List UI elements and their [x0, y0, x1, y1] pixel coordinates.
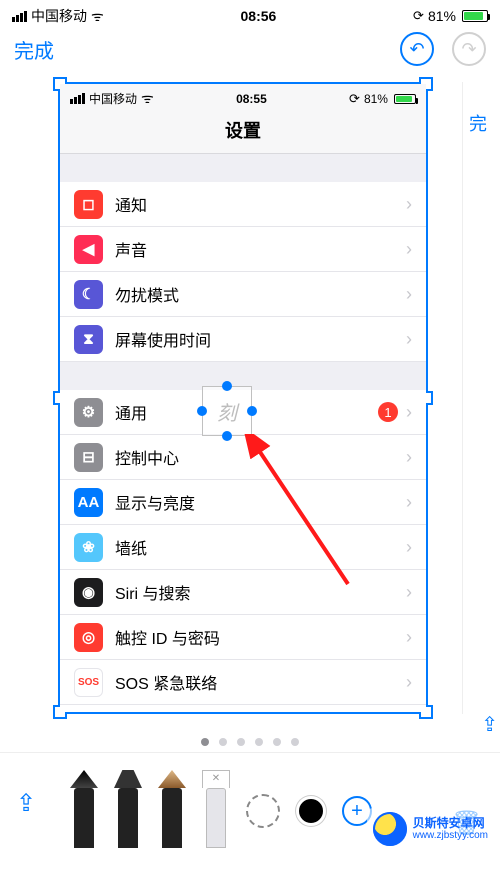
- inner-status-bar: 中国移动 ᯤ 08:55 ⟳ 81%: [60, 84, 426, 111]
- row-label: 勿扰模式: [115, 282, 406, 306]
- watermark: 贝斯特安卓网 www.zjbstyy.com: [367, 808, 494, 850]
- chevron-right-icon: ›: [406, 447, 412, 468]
- page-dot[interactable]: [255, 738, 263, 746]
- share-button[interactable]: ⇪: [16, 789, 36, 818]
- dnd-icon: ☾: [74, 280, 103, 309]
- annotation-stamp[interactable]: 刻: [202, 386, 252, 436]
- marker-tool[interactable]: [114, 770, 142, 848]
- sound-icon: ◀: [74, 235, 103, 264]
- page-indicator[interactable]: [0, 726, 500, 752]
- chevron-right-icon: ›: [406, 492, 412, 513]
- stamp-handle[interactable]: [247, 406, 257, 416]
- sos-icon: SOS: [74, 668, 103, 697]
- orientation-lock-icon: ⟳: [413, 8, 424, 24]
- settings-row-dnd[interactable]: ☾ 勿扰模式›: [60, 272, 426, 317]
- chevron-right-icon: ›: [406, 284, 412, 305]
- notif-icon: ◻: [74, 190, 103, 219]
- stamp-handle[interactable]: [197, 406, 207, 416]
- settings-row-notif[interactable]: ◻ 通知›: [60, 182, 426, 227]
- wifi-icon: ᯤ: [91, 7, 104, 26]
- next-done-label: 完: [463, 104, 500, 136]
- redo-button: ↷: [452, 32, 486, 66]
- settings-row-sos[interactable]: SOS SOS 紧急联络›: [60, 660, 426, 705]
- watermark-logo-icon: [373, 812, 407, 846]
- control-icon: ⊟: [74, 443, 103, 472]
- general-icon: ⚙: [74, 398, 103, 427]
- eraser-tool[interactable]: [202, 770, 230, 848]
- settings-row-siri[interactable]: ◉ Siri 与搜索›: [60, 570, 426, 615]
- inner-battery-pct: 81%: [364, 92, 388, 106]
- row-label: Siri 与搜索: [115, 580, 406, 604]
- chevron-right-icon: ›: [406, 627, 412, 648]
- page-dot[interactable]: [201, 738, 209, 746]
- screen-icon: ⧗: [74, 325, 103, 354]
- row-label: 墙纸: [115, 535, 406, 559]
- battery-icon: [394, 94, 416, 104]
- pen-tool[interactable]: [70, 770, 98, 848]
- wifi-icon: ᯤ: [141, 89, 154, 108]
- chevron-right-icon: ›: [406, 194, 412, 215]
- row-label: 声音: [115, 237, 406, 261]
- chevron-right-icon: ›: [406, 582, 412, 603]
- chevron-right-icon: ›: [406, 537, 412, 558]
- settings-title: 设置: [60, 111, 426, 154]
- crop-frame[interactable]: 中国移动 ᯤ 08:55 ⟳ 81% 设置 ◻通知›◀声音›☾勿扰模式›⧗屏幕使…: [58, 82, 428, 714]
- page-dot[interactable]: [237, 738, 245, 746]
- markup-canvas[interactable]: 中国移动 ᯤ 08:55 ⟳ 81% 设置 ◻通知›◀声音›☾勿扰模式›⧗屏幕使…: [0, 76, 500, 726]
- settings-row-wallpaper[interactable]: ❀ 墙纸›: [60, 525, 426, 570]
- settings-row-control[interactable]: ⊟ 控制中心›: [60, 435, 426, 480]
- lasso-tool[interactable]: [246, 794, 280, 828]
- inner-clock-label: 08:55: [236, 92, 267, 106]
- signal-icon: [70, 93, 85, 104]
- settings-row-display[interactable]: AA 显示与亮度›: [60, 480, 426, 525]
- battery-icon: [462, 10, 488, 22]
- watermark-url: www.zjbstyy.com: [413, 830, 488, 842]
- page-dot[interactable]: [273, 738, 281, 746]
- settings-row-sound[interactable]: ◀ 声音›: [60, 227, 426, 272]
- chevron-right-icon: ›: [406, 402, 412, 423]
- page-dot[interactable]: [291, 738, 299, 746]
- next-screenshot-peek[interactable]: 完: [462, 82, 500, 714]
- color-picker[interactable]: [296, 796, 326, 826]
- undo-button[interactable]: ↶: [400, 32, 434, 66]
- row-label: 显示与亮度: [115, 490, 406, 514]
- notification-badge: 1: [378, 402, 398, 422]
- settings-row-battery[interactable]: ▮电池›: [60, 705, 426, 712]
- row-label: SOS 紧急联络: [115, 670, 406, 694]
- pencil-tool[interactable]: [158, 770, 186, 848]
- share-icon: ⇪: [481, 712, 498, 737]
- signal-icon: [12, 11, 27, 22]
- inner-screenshot: 中国移动 ᯤ 08:55 ⟳ 81% 设置 ◻通知›◀声音›☾勿扰模式›⧗屏幕使…: [60, 84, 426, 712]
- row-label: 控制中心: [115, 445, 406, 469]
- done-button[interactable]: 完成: [14, 35, 54, 64]
- chevron-right-icon: ›: [406, 329, 412, 350]
- editor-top-bar: 完成 ↶ ↷: [0, 28, 500, 76]
- siri-icon: ◉: [74, 578, 103, 607]
- row-label: 触控 ID 与密码: [115, 625, 406, 649]
- display-icon: AA: [74, 488, 103, 517]
- settings-row-screen[interactable]: ⧗ 屏幕使用时间›: [60, 317, 426, 362]
- settings-row-touchid[interactable]: ◎ 触控 ID 与密码›: [60, 615, 426, 660]
- battery-pct-label: 81%: [428, 8, 456, 24]
- orientation-lock-icon: ⟳: [349, 91, 360, 107]
- touchid-icon: ◎: [74, 623, 103, 652]
- inner-carrier-label: 中国移动: [89, 90, 137, 107]
- carrier-label: 中国移动: [31, 6, 87, 26]
- stamp-handle[interactable]: [222, 381, 232, 391]
- chevron-right-icon: ›: [406, 239, 412, 260]
- stamp-handle[interactable]: [222, 431, 232, 441]
- watermark-name: 贝斯特安卓网: [413, 816, 485, 830]
- stamp-text: 刻: [217, 397, 237, 426]
- row-label: 屏幕使用时间: [115, 327, 406, 351]
- wallpaper-icon: ❀: [74, 533, 103, 562]
- device-status-bar: 中国移动 ᯤ 08:56 ⟳ 81%: [0, 0, 500, 28]
- clock-label: 08:56: [241, 8, 277, 24]
- page-dot[interactable]: [219, 738, 227, 746]
- chevron-right-icon: ›: [406, 672, 412, 693]
- row-label: 通知: [115, 192, 406, 216]
